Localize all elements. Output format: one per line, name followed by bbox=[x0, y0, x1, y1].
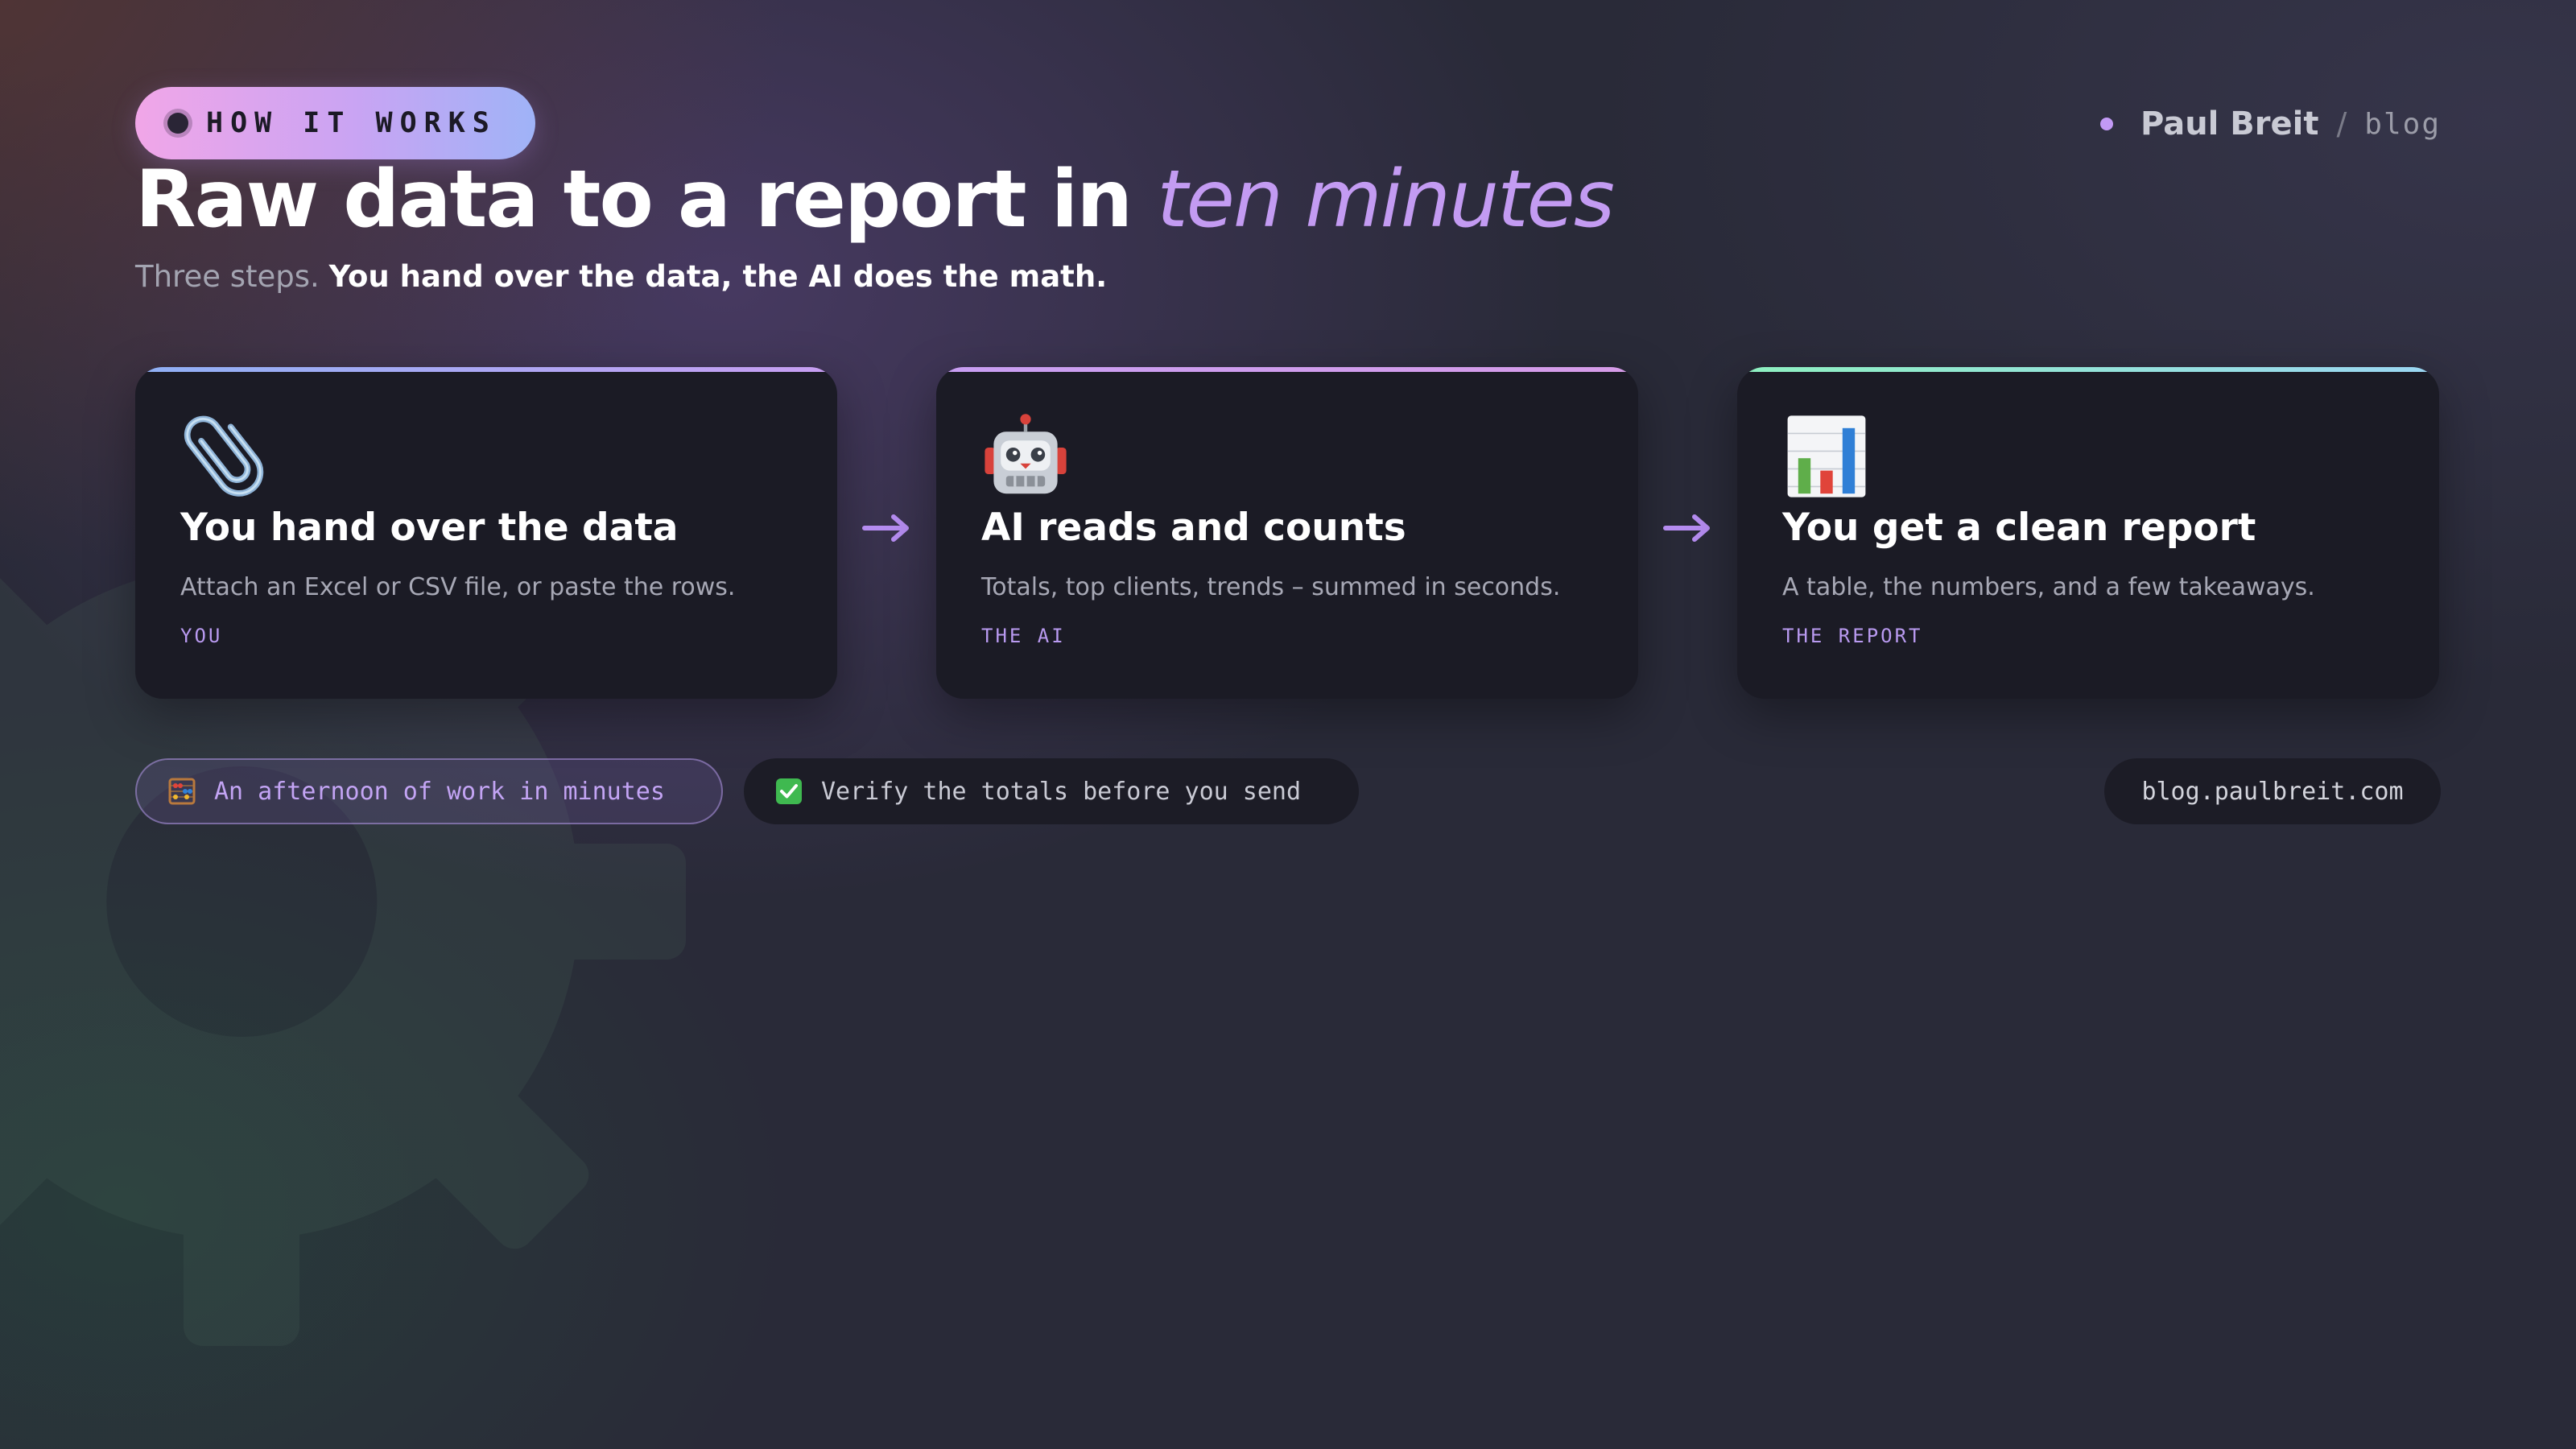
page-subtitle: Three steps. You hand over the data, the… bbox=[135, 259, 1107, 294]
step-card-ai-reads: AI reads and counts Totals, top clients,… bbox=[936, 367, 1638, 699]
step-description: Totals, top clients, trends – summed in … bbox=[981, 573, 1561, 601]
step-title: You hand over the data bbox=[180, 506, 679, 550]
step-description: Attach an Excel or CSV file, or paste th… bbox=[180, 573, 736, 601]
site-url-pill[interactable]: blog.paulbreit.com bbox=[2104, 758, 2441, 824]
step-description: A table, the numbers, and a few takeaway… bbox=[1782, 573, 2315, 601]
subtitle-lead: Three steps. bbox=[135, 259, 329, 294]
section-badge: HOW IT WORKS bbox=[135, 87, 535, 159]
verify-totals-pill: Verify the totals before you send bbox=[744, 758, 1359, 824]
record-dot-icon bbox=[167, 113, 188, 134]
step-tag: THE AI bbox=[981, 625, 1066, 647]
arrow-right-icon bbox=[862, 514, 909, 542]
pill-text: Verify the totals before you send bbox=[821, 777, 1302, 806]
step-title: AI reads and counts bbox=[981, 506, 1406, 550]
title-main: Raw data to a report in bbox=[135, 154, 1158, 246]
robot-icon bbox=[985, 414, 1067, 494]
step-title: You get a clean report bbox=[1782, 506, 2256, 550]
brand-dot-icon bbox=[2099, 118, 2113, 130]
steps-row: You hand over the data Attach an Excel o… bbox=[135, 367, 2439, 699]
paperclip-icon bbox=[184, 415, 264, 497]
page-title: Raw data to a report in ten minutes bbox=[135, 151, 1615, 248]
breadcrumb-separator: / bbox=[2336, 106, 2347, 142]
arrow-right-icon bbox=[1663, 514, 1710, 542]
title-accent: ten minutes bbox=[1157, 154, 1615, 246]
abacus-icon bbox=[168, 778, 196, 805]
subtitle-strong: You hand over the data, the AI does the … bbox=[328, 259, 1108, 294]
brand-name[interactable]: Paul Breit bbox=[2140, 105, 2319, 142]
check-mark-icon bbox=[776, 778, 802, 804]
step-card-report: You get a clean report A table, the numb… bbox=[1737, 367, 2439, 699]
site-url-link[interactable]: blog.paulbreit.com bbox=[2141, 778, 2403, 806]
step-card-hand-over: You hand over the data Attach an Excel o… bbox=[135, 367, 837, 699]
pill-text: An afternoon of work in minutes bbox=[214, 777, 665, 806]
brand-section[interactable]: blog bbox=[2364, 108, 2441, 141]
step-tag: THE REPORT bbox=[1782, 625, 1923, 647]
brand-breadcrumb: Paul Breit / blog bbox=[2099, 101, 2441, 147]
time-saved-pill: An afternoon of work in minutes bbox=[135, 758, 723, 824]
bar-chart-icon bbox=[1787, 415, 1866, 497]
step-tag: YOU bbox=[180, 625, 223, 647]
badge-label: HOW IT WORKS bbox=[206, 107, 497, 139]
